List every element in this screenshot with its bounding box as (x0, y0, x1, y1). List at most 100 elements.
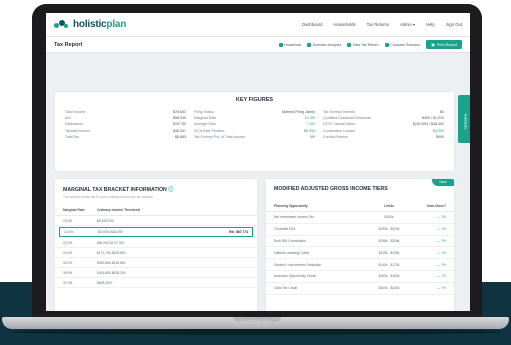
key-figure-label: Filing Status (194, 110, 214, 115)
rate-cell: 24.0% (63, 250, 73, 255)
laptop-base: MacBook Pro (2, 317, 509, 329)
key-figure-row: Total Tax $6,883 (65, 134, 186, 140)
table-row: Student Loan Interest Deduction $140k - $… (266, 259, 454, 271)
key-figure-label: FICA Rate Position (194, 128, 225, 133)
page-title: Tax Report (54, 41, 83, 48)
key-figure-label: Deductions (65, 122, 83, 127)
key-figure-label: Qualified Dividends/Dividends (323, 116, 371, 121)
compare-scenario-link[interactable]: Compare Scenario (384, 42, 421, 47)
nav-tax-returns[interactable]: Tax Returns (367, 22, 389, 27)
key-figure-value: $900 (436, 134, 444, 139)
header-marginal-rate: Marginal Rate (63, 208, 85, 212)
header-how-close: How Close? (427, 204, 446, 208)
compare-icon (384, 42, 389, 47)
how-close-cell: — 7% (437, 274, 446, 279)
header-planning-opportunity: Planning Opportunity (274, 204, 308, 208)
opportunity-cell: American Opportunity Credit (274, 274, 316, 279)
how-close-cell: — 7% (437, 286, 446, 291)
logo-text-part1: holistic (73, 19, 107, 30)
key-figure-row: Tax Exempt Pct. of Total Income 0% (194, 134, 315, 140)
threshold-cell: $628,300+ (97, 280, 113, 285)
table-row: 32.0% $329,850-$418,850 (55, 258, 257, 268)
marginal-tax-title-text: MARGINAL TAX BRACKET INFORMATION (63, 187, 167, 193)
magi-table-header: Planning Opportunity Limits How Close? (266, 192, 454, 212)
key-figure-label: Credits Returns (323, 134, 348, 139)
scenario-analysis-label: Scenario Analysis (312, 42, 342, 47)
key-figure-value: $3,000 (433, 128, 444, 133)
how-close-cell: — 7% (437, 250, 446, 255)
limit-cell: $140k - $170k (378, 262, 400, 267)
nav-households[interactable]: Households (333, 22, 355, 27)
key-figure-value: 0% (309, 134, 315, 139)
key-figure-value: $450 / $1,510 (422, 116, 444, 121)
threshold-cell: $418,850-$628,300 (97, 270, 126, 275)
logo-text-part2: plan (106, 19, 127, 30)
print-report-label: Print Report (436, 42, 457, 47)
nav-help[interactable]: Help (426, 22, 435, 27)
main-nav: Dashboard Households Tax Returns Admin ▾… (302, 22, 462, 27)
chart-icon (307, 42, 312, 47)
home-icon (278, 42, 283, 47)
laptop-model-label: MacBook Pro (240, 319, 271, 325)
threshold-cell: $81,050-$172,750 (97, 240, 124, 245)
magi-title: MODIFIED ADJUSTED GROSS INCOME TIERS (274, 186, 388, 192)
how-close-cell: — 7% (437, 227, 446, 232)
limit-cell: $400k - $440k (378, 286, 400, 291)
nav-dashboard[interactable]: Dashboard (302, 22, 323, 27)
key-figure-value: $0 (440, 110, 444, 115)
key-figure-label: Comparison Losses (323, 128, 355, 133)
key-figures-column: Tax Exempt Interest $0 Qualified Dividend… (323, 109, 444, 140)
scenario-analysis-link[interactable]: Scenario Analysis (307, 42, 342, 47)
header-limits: Limits (384, 204, 394, 208)
info-icon[interactable]: ⓘ (168, 187, 173, 193)
rate-cell: 12.0% (64, 230, 74, 234)
key-figures-card: KEY FIGURES Total Income $78,662 AGI $58,9… (55, 92, 454, 171)
nav-sign-out[interactable]: Sign Out (446, 22, 462, 27)
key-figure-label: Total Tax (65, 134, 80, 139)
app-logo[interactable]: holisticplan (54, 19, 126, 30)
key-figure-value: $48,347 (173, 128, 186, 133)
table-row: Child Tax Credit $400k - $440k — 7% (266, 283, 454, 295)
threshold-cell: $0-$19,900 (97, 218, 114, 223)
table-row: 24.0% $172,750-$329,850 (55, 248, 257, 258)
limit-cell: $160k - $180k (378, 274, 400, 279)
printer-icon: ▣ (431, 43, 435, 47)
opportunity-cell: Child Tax Credit (274, 286, 298, 291)
print-report-button[interactable]: ▣ Print Report (426, 40, 462, 49)
how-close-cell: — 7% (437, 238, 446, 243)
table-row: 35.0% $418,850-$628,300 (55, 268, 257, 278)
key-figure-label: AGI (65, 116, 72, 121)
table-row: Roth IRA Contribution $198k - $208k — 7% (266, 236, 454, 248)
logo-text: holisticplan (73, 19, 126, 30)
key-figure-value: 12.0% (304, 116, 315, 121)
key-figure-label: Marginal Rate (194, 116, 217, 121)
key-figure-label: Tax Exempt Interest (323, 110, 355, 115)
key-figures-grid: Total Income $78,662 AGI $58,930 Deduction… (55, 103, 454, 140)
key-figure-value: $78,662 (173, 110, 186, 115)
nav-admin[interactable]: Admin ▾ (400, 22, 415, 27)
key-figure-value: $6,883 (175, 134, 186, 139)
key-figure-label: Tax Exempt Pct. of Total Income (194, 134, 246, 139)
view-tax-return-link[interactable]: View Tax Return (347, 42, 379, 47)
page-actions: Household Scenario Analysis View Tax Ret… (278, 40, 462, 49)
opportunity-cell: Coverdell ESA (274, 227, 296, 232)
page-header: Tax Report Household Scenario Analysis V… (46, 37, 470, 53)
table-row: 37.0% $628,300+ (55, 278, 257, 288)
key-figure-label: ST/LT Capital Gains (323, 122, 356, 127)
view-tax-return-label: View Tax Return (352, 42, 379, 47)
marginal-tax-title: MARGINAL TAX BRACKET INFORMATION ⓘ (55, 179, 257, 193)
logo-icon (54, 19, 70, 30)
household-link[interactable]: Household (278, 42, 301, 47)
key-figure-label: Average Rate (194, 122, 216, 127)
rate-cell: 10.0% (63, 218, 73, 223)
rate-cell: 37.0% (63, 280, 73, 285)
table-row: Net Investment Income Tax $250k — 7% (266, 212, 454, 224)
key-figures-column: Filing Status Married Filing Jointly Marg… (194, 109, 315, 140)
magi-tiers-card: NEW MODIFIED ADJUSTED GROSS INCOME TIERS… (266, 179, 454, 311)
key-figure-label: Total Income (65, 110, 86, 115)
upload-side-tab[interactable]: Upload ▸ (458, 95, 470, 143)
compare-scenario-label: Compare Scenario (390, 42, 421, 47)
opportunity-cell: Net Investment Income Tax (274, 215, 314, 220)
key-figure-value: $19,730 (173, 122, 186, 127)
upload-side-tab-label: Upload ▸ (462, 113, 468, 130)
